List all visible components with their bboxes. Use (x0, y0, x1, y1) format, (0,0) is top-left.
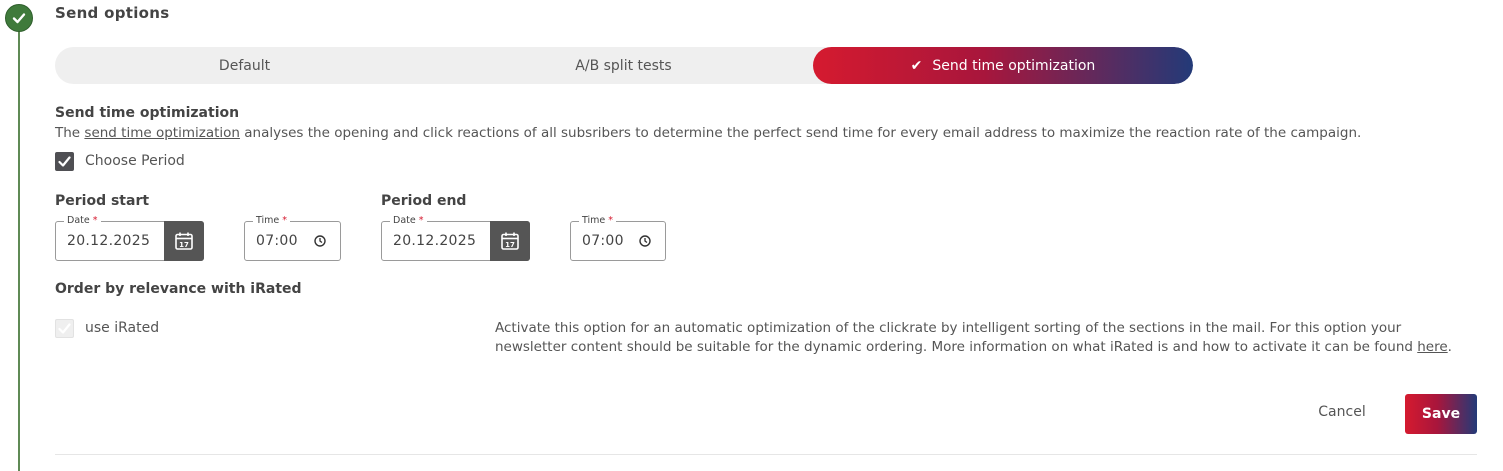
calendar-icon: 17 (175, 232, 193, 250)
period-end-heading: Period end (381, 193, 467, 209)
period-start-calendar-button[interactable]: 17 (164, 221, 204, 261)
use-irated-label: use iRated (85, 320, 160, 336)
field-label: Date * (390, 215, 427, 227)
field-label: Time * (253, 215, 291, 227)
save-button[interactable]: Save (1405, 394, 1477, 434)
tab-default[interactable]: Default (55, 47, 434, 84)
period-start-time-field[interactable]: Time * 07:00 (244, 215, 341, 261)
irated-description: Activate this option for an automatic op… (495, 319, 1465, 357)
tab-label: Send time optimization (932, 57, 1096, 74)
irated-heading: Order by relevance with iRated (55, 281, 302, 297)
check-icon (58, 156, 71, 167)
svg-text:17: 17 (179, 241, 189, 249)
period-end-date-value: 20.12.2025 (393, 233, 477, 249)
period-start-heading: Period start (55, 193, 150, 209)
required-marker: * (92, 215, 98, 226)
period-start-date-field[interactable]: Date * 20.12.2025 17 (55, 215, 204, 261)
sto-heading: Send time optimization (55, 105, 240, 121)
tab-send-time-optimization[interactable]: ✔ Send time optimization (813, 47, 1193, 84)
date-label: Date (67, 215, 90, 226)
field-label: Time * (579, 215, 617, 227)
tab-label: A/B split tests (575, 57, 672, 74)
use-irated-checkbox[interactable] (55, 319, 74, 338)
sto-info-link[interactable]: send time optimization (84, 125, 240, 141)
period-end-time-value: 07:00 (582, 233, 624, 249)
sto-desc-prefix: The (55, 125, 85, 141)
time-label: Time (582, 215, 606, 226)
choose-period-label: Choose Period (85, 153, 185, 169)
date-label: Date (393, 215, 416, 226)
cancel-button[interactable]: Cancel (1304, 404, 1380, 426)
clock-icon (639, 235, 651, 247)
step-complete-badge (5, 4, 33, 32)
sto-description: The send time optimization analyses the … (55, 125, 1361, 141)
section-divider (55, 454, 1477, 455)
check-icon (12, 13, 26, 24)
check-icon (58, 323, 71, 334)
send-mode-tabs: Default A/B split tests ✔ Send time opti… (55, 47, 1193, 84)
check-icon: ✔ (910, 57, 923, 74)
section-title: Send options (55, 4, 170, 22)
sto-desc-suffix: analyses the opening and click reactions… (239, 125, 1362, 141)
period-start-time-value: 07:00 (256, 233, 298, 249)
irated-info-link[interactable]: here (1417, 339, 1447, 355)
calendar-icon: 17 (501, 232, 519, 250)
clock-icon (314, 235, 326, 247)
choose-period-checkbox[interactable] (55, 152, 74, 171)
irated-desc-end: . (1447, 339, 1452, 355)
required-marker: * (608, 215, 614, 226)
field-label: Date * (64, 215, 101, 227)
period-end-calendar-button[interactable]: 17 (490, 221, 530, 261)
tab-label: Default (218, 57, 271, 74)
irated-desc-text: Activate this option for an automatic op… (495, 320, 1418, 355)
period-start-date-value: 20.12.2025 (67, 233, 151, 249)
tab-ab-split-tests[interactable]: A/B split tests (434, 47, 813, 84)
step-connector-line (18, 30, 20, 471)
period-end-time-field[interactable]: Time * 07:00 (570, 215, 666, 261)
time-label: Time (256, 215, 280, 226)
required-marker: * (282, 215, 288, 226)
period-end-date-field[interactable]: Date * 20.12.2025 17 (381, 215, 530, 261)
required-marker: * (418, 215, 424, 226)
svg-text:17: 17 (505, 241, 515, 249)
